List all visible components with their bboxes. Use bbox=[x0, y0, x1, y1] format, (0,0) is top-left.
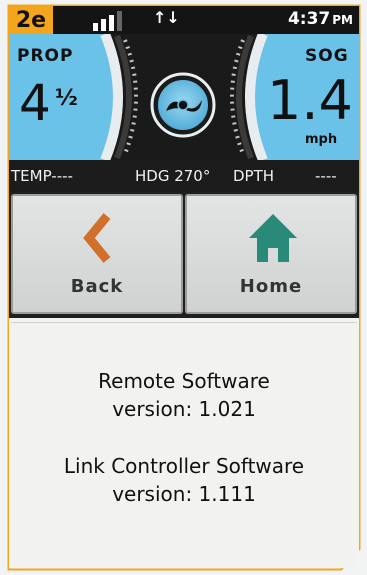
sog-unit: mph bbox=[305, 132, 338, 147]
up-down-arrows-icon: ↑↓ bbox=[153, 8, 180, 27]
temp-readout: TEMP---- bbox=[11, 167, 73, 185]
gauge-panel: PROP 4 ½ SOG 1.4 mph bbox=[9, 34, 359, 160]
nav-button-row: Back Home bbox=[9, 192, 359, 318]
status-bar: 2e ↑↓ 4:37 PM bbox=[9, 6, 359, 34]
prop-fraction: ½ bbox=[55, 86, 78, 111]
clock: 4:37 PM bbox=[288, 9, 353, 29]
back-button-label: Back bbox=[70, 276, 124, 297]
remote-software-version: version: 1.021 bbox=[112, 397, 256, 421]
chevron-left-icon bbox=[83, 213, 111, 263]
sog-value: 1.4 bbox=[267, 69, 353, 132]
info-bar: TEMP---- HDG 270° DPTH ---- bbox=[9, 160, 359, 192]
prop-label: PROP bbox=[17, 46, 74, 66]
clock-ampm: PM bbox=[332, 13, 353, 27]
device-screen: 2e ↑↓ 4:37 PM PROP 4 ½ SOG 1.4 mph TEMP-… bbox=[9, 6, 359, 568]
depth-label: DPTH bbox=[233, 167, 275, 185]
device-frame: 2e ↑↓ 4:37 PM PROP 4 ½ SOG 1.4 mph TEMP-… bbox=[0, 0, 367, 575]
home-button-label: Home bbox=[239, 276, 303, 297]
signal-strength-icon bbox=[93, 11, 133, 31]
remote-software-title: Remote Software bbox=[98, 369, 270, 393]
page-badge: 2e bbox=[9, 6, 53, 34]
sog-label: SOG bbox=[305, 46, 349, 66]
clock-time: 4:37 bbox=[287, 9, 331, 29]
home-icon bbox=[249, 214, 297, 262]
back-button[interactable]: Back bbox=[11, 194, 183, 314]
software-info-panel: Remote Software version: 1.021 Link Cont… bbox=[11, 322, 357, 568]
heading-readout: HDG 270° bbox=[135, 167, 211, 185]
propeller-icon bbox=[150, 72, 216, 138]
link-controller-title: Link Controller Software bbox=[63, 454, 305, 478]
prop-value: 4 bbox=[19, 74, 51, 132]
depth-readout: ---- bbox=[315, 167, 337, 185]
link-controller-version: version: 1.111 bbox=[112, 482, 256, 506]
home-button[interactable]: Home bbox=[185, 194, 357, 314]
